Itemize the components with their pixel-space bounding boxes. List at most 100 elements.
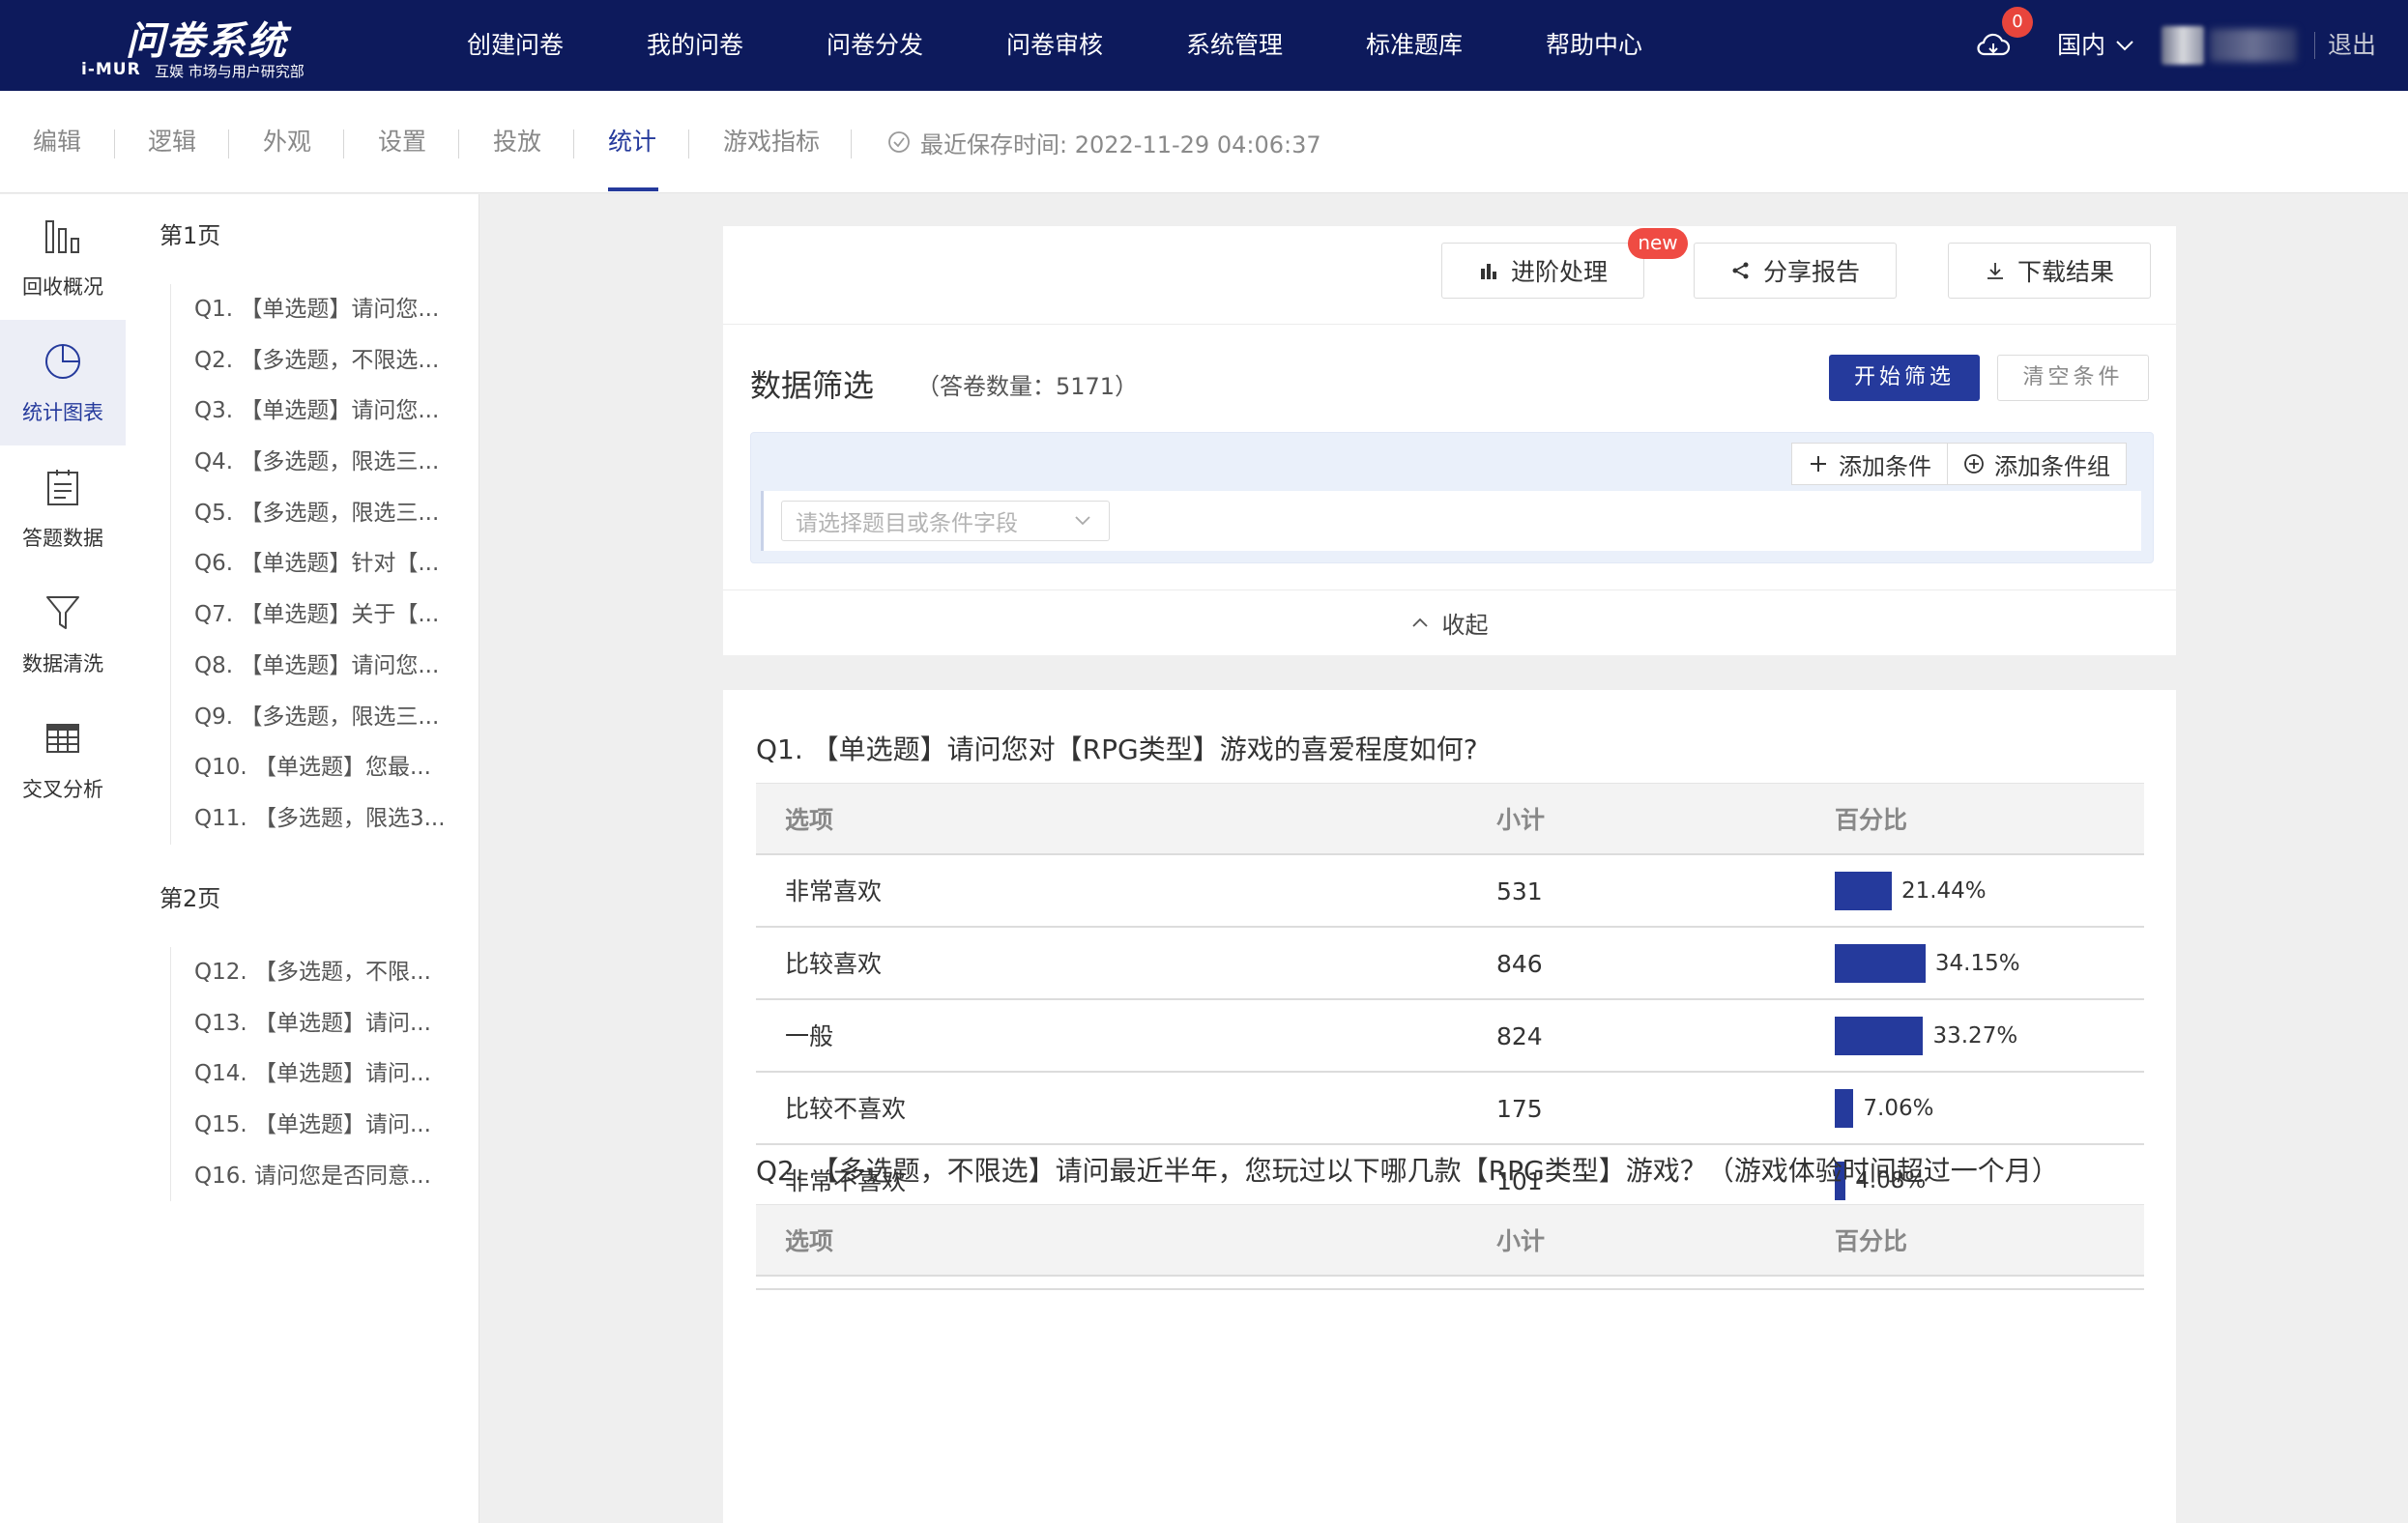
rail-item-overview[interactable]: 回收概况	[0, 194, 126, 320]
outline-page-label: 第2页	[160, 885, 221, 912]
outline-question-item[interactable]: Q2. 【多选题，不限选...	[171, 335, 460, 387]
advanced-processing-button[interactable]: 进阶处理	[1441, 243, 1644, 299]
tab-appearance[interactable]: 外观	[263, 91, 311, 193]
filter-icon	[46, 596, 79, 629]
cloud-download-icon[interactable]	[1976, 31, 2011, 60]
outline-question-item[interactable]: Q12. 【多选题，不限...	[171, 947, 460, 998]
logout-link[interactable]: 退出	[2328, 0, 2376, 91]
outline-question-item[interactable]: Q9. 【多选题，限选三...	[171, 692, 460, 743]
percent-label: 21.44%	[1900, 878, 1987, 904]
nav-help-center[interactable]: 帮助中心	[1504, 0, 1684, 91]
add-condition-button[interactable]: 添加条件	[1792, 444, 1947, 484]
option-cell: 比较喜欢	[785, 950, 883, 978]
collapse-label: 收起	[1441, 611, 1489, 639]
bar-chart-icon	[45, 220, 79, 253]
outline-question-item[interactable]: Q16. 请问您是否同意...	[171, 1151, 460, 1202]
plus-icon	[1811, 456, 1826, 472]
outline-question-item[interactable]: Q13. 【单选题】请问...	[171, 998, 460, 1049]
count-cell: 824	[1496, 1022, 1543, 1050]
question-title: Q1. 【单选题】请问您对【RPG类型】游戏的喜爱程度如何?	[756, 733, 1478, 765]
column-header-option: 选项	[785, 806, 834, 834]
percent-bar	[1835, 1017, 1924, 1055]
add-condition-group-label: 添加条件组	[1994, 452, 2110, 480]
top-navigation-bar: 问卷系统 i-MUR 互娱 市场与用户研究部 创建问卷 我的问卷 问卷分发 问卷…	[0, 0, 2408, 91]
outline-question-item[interactable]: Q5. 【多选题，限选三...	[171, 488, 460, 539]
table-row: 比较喜欢 846 34.15%	[756, 928, 2144, 1000]
outline-page-label: 第1页	[160, 222, 221, 249]
logo-title: 问卷系统	[126, 19, 288, 64]
chevron-down-icon	[1075, 516, 1090, 526]
chevron-down-icon	[2116, 41, 2133, 51]
tab-separator	[114, 129, 115, 158]
active-tab-indicator	[608, 187, 658, 191]
download-results-button[interactable]: 下载结果	[1948, 243, 2151, 299]
rail-label-overview: 回收概况	[22, 275, 103, 299]
nav-create-survey[interactable]: 创建问卷	[425, 0, 605, 91]
tab-logic[interactable]: 逻辑	[148, 91, 196, 193]
count-cell: 175	[1496, 1095, 1543, 1123]
nav-review[interactable]: 问卷审核	[965, 0, 1145, 91]
option-cell: 一般	[785, 1022, 834, 1050]
column-header-count: 小计	[1496, 1227, 1546, 1255]
region-selector[interactable]: 国内	[2057, 0, 2134, 91]
tab-settings[interactable]: 设置	[378, 91, 426, 193]
avatar-image	[2161, 26, 2204, 65]
percent-cell: 7.06%	[1835, 1089, 1933, 1128]
table-header: 选项 小计 百分比	[756, 1204, 2144, 1277]
region-label: 国内	[2057, 31, 2106, 59]
check-circle-icon	[888, 131, 910, 153]
column-header-count: 小计	[1496, 806, 1546, 834]
outline-question-item[interactable]: Q3. 【单选题】请问您...	[171, 386, 460, 437]
logo-brand: i-MUR	[81, 60, 141, 79]
condition-field-select[interactable]: 请选择题目或条件字段	[781, 501, 1110, 541]
tab-game-metrics[interactable]: 游戏指标	[723, 91, 820, 193]
outline-question-item[interactable]: Q7. 【单选题】关于【...	[171, 589, 460, 641]
rail-item-answer-data[interactable]: 答题数据	[0, 445, 126, 571]
statistics-sidebar: 回收概况 统计图表 答题数据 数据清洗 交叉分析	[0, 194, 126, 1523]
nav-my-surveys[interactable]: 我的问卷	[605, 0, 785, 91]
outline-question-item[interactable]: Q14. 【单选题】请问...	[171, 1049, 460, 1100]
header-divider	[2314, 32, 2315, 59]
share-report-button[interactable]: 分享报告	[1694, 243, 1897, 299]
add-condition-group-button[interactable]: 添加条件组	[1947, 444, 2126, 484]
column-header-percent: 百分比	[1835, 1227, 1908, 1255]
outline-question-item[interactable]: Q1. 【单选题】请问您...	[171, 284, 460, 335]
filter-title: 数据筛选	[750, 367, 875, 404]
outline-question-item[interactable]: Q4. 【多选题，限选三...	[171, 437, 460, 488]
outline-question-item[interactable]: Q6. 【单选题】针对【...	[171, 538, 460, 589]
tab-statistics[interactable]: 统计	[608, 91, 656, 193]
rail-item-data-cleaning[interactable]: 数据清洗	[0, 571, 126, 697]
tab-separator	[228, 129, 229, 158]
outline-question-item[interactable]: Q10. 【单选题】您最...	[171, 742, 460, 793]
username-obscured	[2210, 29, 2297, 62]
outline-question-list: Q12. 【多选题，不限... Q13. 【单选题】请问... Q14. 【单选…	[170, 947, 460, 1202]
rail-item-charts[interactable]: 统计图表	[0, 320, 126, 445]
count-cell: 531	[1496, 877, 1543, 905]
rail-item-cross-analysis[interactable]: 交叉分析	[0, 697, 126, 822]
user-avatar[interactable]	[2161, 26, 2299, 65]
percent-bar	[1835, 1089, 1854, 1128]
collapse-toggle[interactable]: 收起	[723, 589, 2176, 655]
download-results-label: 下载结果	[2016, 258, 2114, 286]
percent-label: 7.06%	[1863, 1096, 1934, 1121]
rail-label-charts: 统计图表	[22, 401, 103, 424]
share-icon	[1732, 262, 1749, 279]
app-logo[interactable]: 问卷系统 i-MUR 互娱 市场与用户研究部	[81, 8, 333, 85]
outline-question-item[interactable]: Q8. 【单选题】请问您...	[171, 641, 460, 692]
outline-question-item[interactable]: Q11. 【多选题，限选3...	[171, 793, 460, 845]
tab-edit[interactable]: 编辑	[33, 91, 81, 193]
percent-bar	[1835, 872, 1892, 910]
outline-question-item[interactable]: Q15. 【单选题】请问...	[171, 1100, 460, 1151]
nav-distribution[interactable]: 问卷分发	[785, 0, 965, 91]
option-cell: 非常喜欢	[785, 877, 883, 905]
percent-bar	[1835, 944, 1926, 983]
notification-badge: 0	[2002, 7, 2033, 38]
share-report-label: 分享报告	[1762, 258, 1860, 286]
rail-label-cross-analysis: 交叉分析	[22, 778, 103, 801]
nav-system-admin[interactable]: 系统管理	[1145, 0, 1324, 91]
nav-question-bank[interactable]: 标准题库	[1324, 0, 1504, 91]
count-cell: 846	[1496, 950, 1543, 978]
start-filter-button[interactable]: 开始筛选	[1829, 355, 1980, 401]
tab-launch[interactable]: 投放	[493, 91, 541, 193]
clear-conditions-button[interactable]: 清空条件	[1997, 355, 2149, 401]
